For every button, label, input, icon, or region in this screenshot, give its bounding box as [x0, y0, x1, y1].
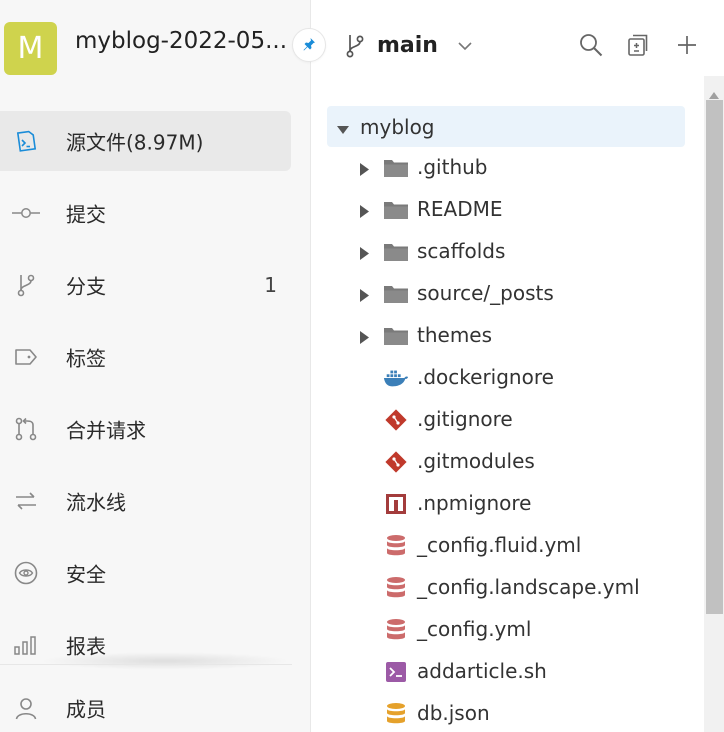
git-icon: [383, 407, 409, 433]
tree-file[interactable]: _config.landscape.yml: [327, 567, 685, 609]
file-tree: myblog .github README scaffolds source/_…: [327, 106, 685, 732]
sidebar-item-label: 流水线: [66, 490, 126, 515]
json-icon: [383, 701, 409, 727]
pin-icon: [302, 36, 316, 55]
chart-icon: [12, 631, 40, 659]
sidebar-item-label: 提交: [66, 202, 106, 227]
sidebar: M myblog-2022-05... 源文件(8.97M) 提交 分支 1 标…: [0, 0, 311, 732]
tree-file[interactable]: _config.fluid.yml: [327, 525, 685, 567]
tree-item-label: themes: [417, 323, 493, 347]
yaml-icon: [383, 617, 409, 643]
sidebar-item-label: 成员: [66, 697, 106, 722]
tree-item-label: source/_posts: [417, 281, 554, 305]
tree-folder[interactable]: themes: [327, 315, 685, 357]
tree-file[interactable]: addarticle.sh: [327, 651, 685, 693]
tree-item-label: .gitignore: [417, 407, 513, 431]
git-icon: [383, 449, 409, 475]
sidebar-item-label: 源文件(8.97M): [66, 130, 204, 155]
caret-right-icon[interactable]: [360, 245, 369, 264]
tree-item-label: .dockerignore: [417, 365, 554, 389]
sidebar-item-tags[interactable]: 标签: [0, 327, 291, 387]
compare-button[interactable]: [624, 33, 652, 61]
tree-item-label: .github: [417, 155, 488, 179]
tree-folder[interactable]: source/_posts: [327, 273, 685, 315]
caret-right-icon[interactable]: [360, 329, 369, 348]
tree-folder[interactable]: scaffolds: [327, 231, 685, 273]
shell-icon: [383, 659, 409, 685]
branch-icon: [344, 33, 366, 63]
search-button[interactable]: [577, 33, 605, 61]
tree-folder[interactable]: .github: [327, 147, 685, 189]
tree-file[interactable]: .gitmodules: [327, 441, 685, 483]
search-icon: [578, 32, 604, 62]
tree-item-label: _config.fluid.yml: [417, 533, 582, 557]
tree-file[interactable]: db.json: [327, 693, 685, 732]
folder-icon: [383, 155, 409, 181]
sidebar-item-label: 分支: [66, 274, 106, 299]
tag-icon: [12, 343, 40, 371]
pin-button[interactable]: [292, 28, 326, 62]
branch-selector[interactable]: main: [377, 33, 438, 58]
tree-item-label: .gitmodules: [417, 449, 535, 473]
tree-file[interactable]: .gitignore: [327, 399, 685, 441]
sidebar-item-members[interactable]: 成员: [0, 678, 291, 732]
repo-name[interactable]: myblog-2022-05...: [75, 28, 291, 54]
sidebar-item-label: 标签: [66, 346, 106, 371]
sidebar-item-label: 安全: [66, 562, 106, 587]
sidebar-nav: 源文件(8.97M) 提交 分支 1 标签 合并请求 流水线 安全 报表: [0, 111, 311, 687]
tree-root-label: myblog: [360, 115, 435, 139]
repo-header: M myblog-2022-05...: [0, 0, 311, 96]
tree-file[interactable]: .npmignore: [327, 483, 685, 525]
sidebar-item-label: 合并请求: [66, 418, 146, 443]
plus-icon: [676, 34, 698, 60]
caret-right-icon[interactable]: [360, 203, 369, 222]
branch-count-badge: 1: [264, 273, 277, 297]
tree-item-label: _config.yml: [417, 617, 532, 641]
nav-fade-shadow: [40, 652, 290, 670]
sidebar-item-source[interactable]: 源文件(8.97M): [0, 111, 291, 171]
tree-item-label: scaffolds: [417, 239, 506, 263]
tree-item-label: addarticle.sh: [417, 659, 547, 683]
user-icon: [12, 694, 40, 722]
commit-icon: [12, 199, 40, 227]
folder-icon: [383, 281, 409, 307]
code-icon: [12, 127, 40, 155]
pipeline-icon: [12, 487, 40, 515]
folder-icon: [383, 239, 409, 265]
scrollbar-thumb[interactable]: [706, 100, 723, 614]
tree-file[interactable]: .dockerignore: [327, 357, 685, 399]
folder-icon: [383, 323, 409, 349]
repo-avatar[interactable]: M: [4, 22, 57, 75]
tree-item-label: .npmignore: [417, 491, 532, 515]
tree-item-label: README: [417, 197, 503, 221]
npm-icon: [383, 491, 409, 517]
sidebar-item-commits[interactable]: 提交: [0, 183, 291, 243]
tree-file[interactable]: _config.yml: [327, 609, 685, 651]
branch-toolbar: main: [311, 0, 724, 96]
caret-down-icon[interactable]: [337, 121, 349, 140]
branch-icon: [12, 271, 40, 299]
tree-item-label: _config.landscape.yml: [417, 575, 640, 599]
folder-icon: [383, 197, 409, 223]
yaml-icon: [383, 575, 409, 601]
merge-request-icon: [12, 415, 40, 443]
add-button[interactable]: [673, 33, 701, 61]
yaml-icon: [383, 533, 409, 559]
tree-folder[interactable]: README: [327, 189, 685, 231]
sidebar-item-merge-requests[interactable]: 合并请求: [0, 399, 291, 459]
tree-root[interactable]: myblog: [327, 106, 685, 147]
diff-icon: [625, 32, 651, 62]
sidebar-item-branches[interactable]: 分支 1: [0, 255, 291, 315]
sidebar-item-security[interactable]: 安全: [0, 543, 291, 603]
tree-item-label: db.json: [417, 701, 490, 725]
divider: [0, 664, 292, 665]
sidebar-item-pipelines[interactable]: 流水线: [0, 471, 291, 531]
caret-right-icon[interactable]: [360, 161, 369, 180]
security-icon: [12, 559, 40, 587]
chevron-down-icon[interactable]: [457, 37, 473, 56]
caret-right-icon[interactable]: [360, 287, 369, 306]
docker-icon: [383, 365, 409, 391]
